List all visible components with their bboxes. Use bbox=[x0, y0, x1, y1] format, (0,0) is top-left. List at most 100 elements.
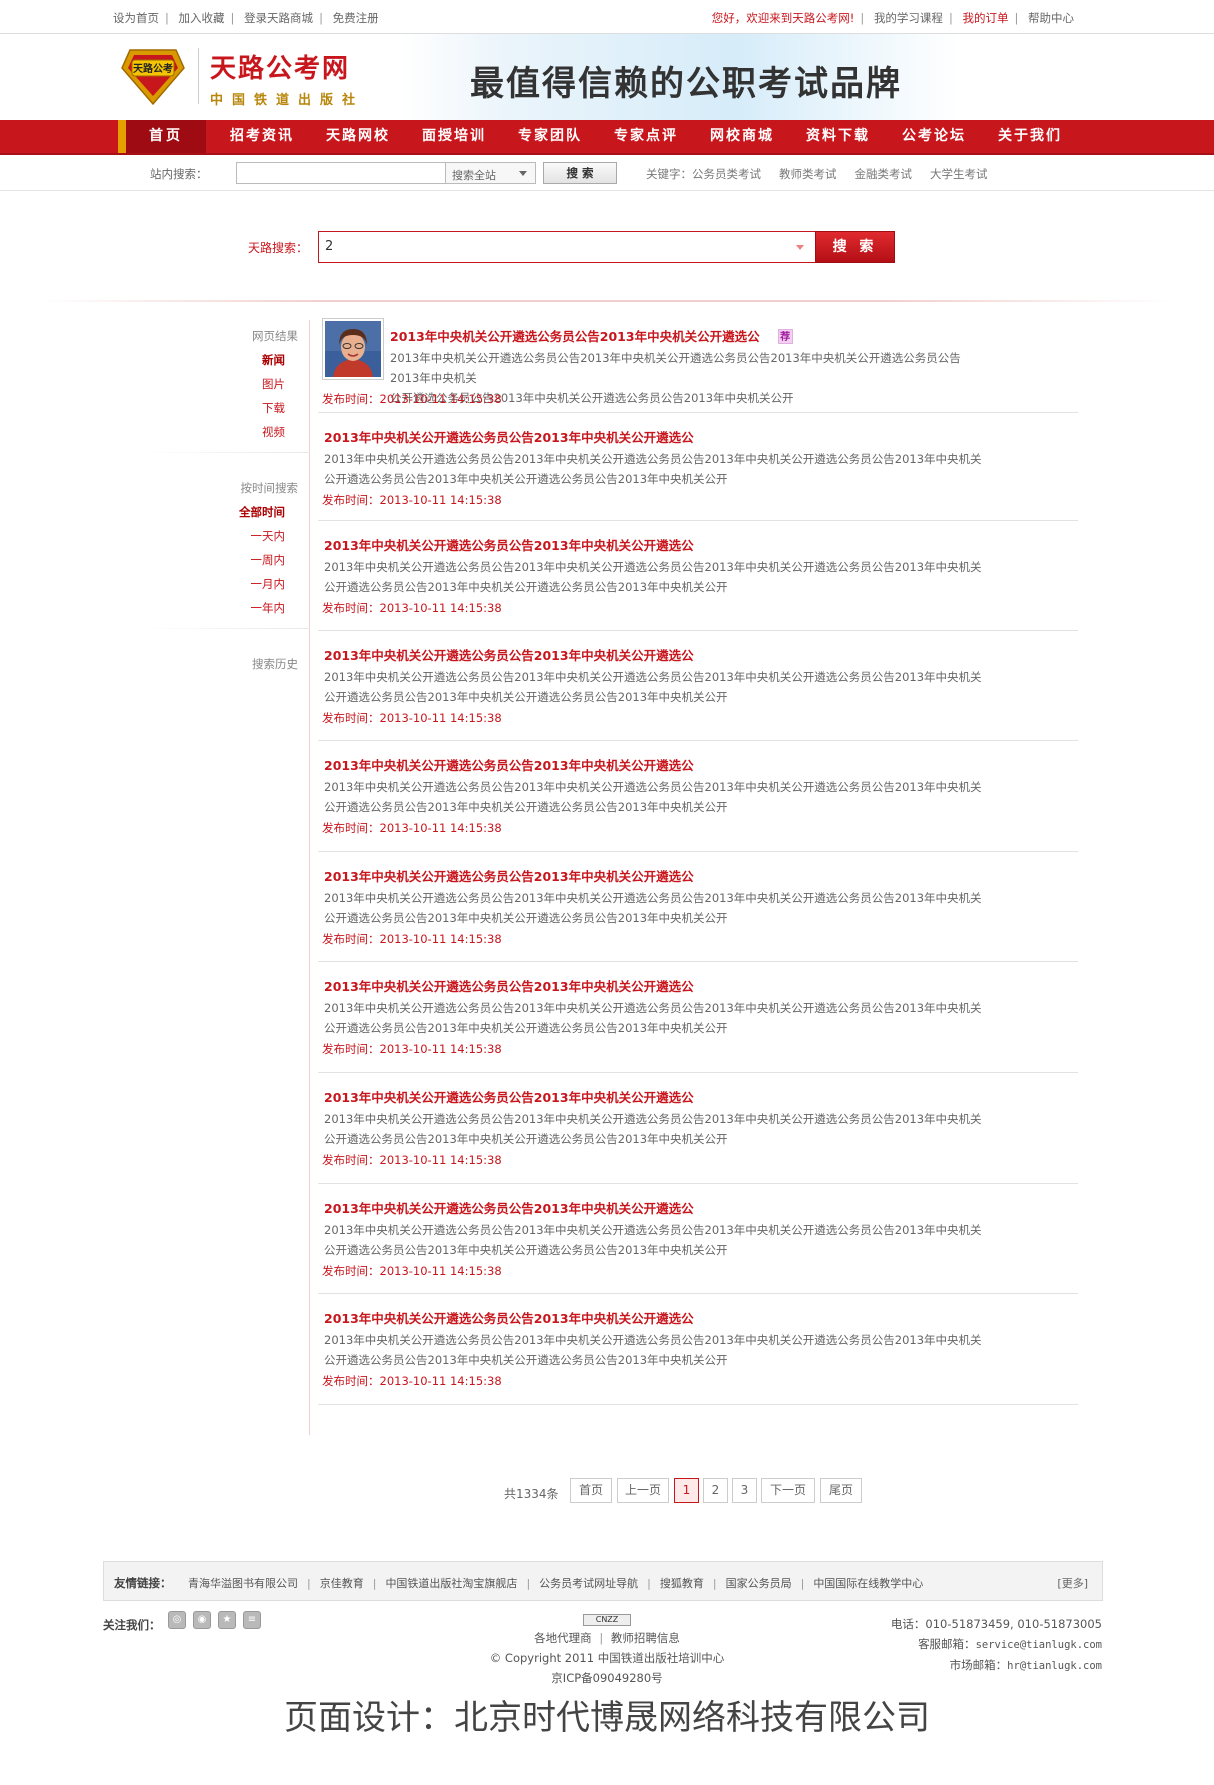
result-title[interactable]: 2013年中央机关公开遴选公务员公告2013年中央机关公开遴选公 荐 bbox=[390, 326, 793, 345]
next-page-button[interactable]: 下一页 bbox=[761, 1478, 815, 1503]
keyword-link[interactable]: 大学生考试 bbox=[930, 167, 988, 181]
nav-item-online-school[interactable]: 天路网校 bbox=[326, 120, 390, 153]
service-email-label: 客服邮箱： bbox=[918, 1637, 976, 1651]
result-title[interactable]: 2013年中央机关公开遴选公务员公告2013年中央机关公开遴选公 bbox=[324, 1198, 694, 1217]
first-page-button[interactable]: 首页 bbox=[570, 1478, 612, 1503]
teacher-jobs-link[interactable]: 教师招聘信息 bbox=[611, 1631, 680, 1645]
friend-links: 友情链接： 青海华溢图书有限公司 | 京佳教育 | 中国铁道出版社淘宝旗舰店 | 公务员考试… bbox=[103, 1561, 1103, 1601]
login-mall-link[interactable]: 登录天路商城 bbox=[244, 11, 313, 25]
nav-item-training[interactable]: 面授培训 bbox=[422, 120, 486, 153]
sidebar-item-one-day[interactable]: 一天内 bbox=[251, 528, 286, 544]
prev-page-button[interactable]: 上一页 bbox=[617, 1478, 669, 1503]
footer-contact: 电话：010-51873459, 010-51873005 客服邮箱：servi… bbox=[891, 1614, 1102, 1676]
sidebar-item-downloads[interactable]: 下载 bbox=[262, 400, 285, 416]
keywords-label: 关键字： bbox=[646, 167, 692, 181]
result-date: 发布时间：2013-10-11 14:15:38 bbox=[322, 600, 502, 616]
sidebar-item-one-month[interactable]: 一月内 bbox=[251, 576, 286, 592]
site-search-input[interactable] bbox=[236, 162, 446, 184]
nav-item-experts[interactable]: 专家团队 bbox=[518, 120, 582, 153]
site-search-scope-value: 搜索全站 bbox=[452, 169, 496, 182]
friend-link[interactable]: 中国国际在线教学中心 bbox=[813, 1577, 923, 1590]
friend-link[interactable]: 公务员考试网址导航 bbox=[539, 1577, 638, 1590]
logo-text[interactable]: 天路公考网 中国铁道出版社 bbox=[210, 48, 364, 108]
page-2-button[interactable]: 2 bbox=[703, 1478, 728, 1503]
result-item: 2013年中央机关公开遴选公务员公告2013年中央机关公开遴选公 2013年中央… bbox=[318, 631, 1078, 741]
friend-link[interactable]: 京佳教育 bbox=[320, 1577, 364, 1590]
logo-badge[interactable]: 天路公考 bbox=[120, 46, 186, 106]
friend-link[interactable]: 青海华溢图书有限公司 bbox=[188, 1577, 298, 1590]
agents-link[interactable]: 各地代理商 bbox=[534, 1631, 592, 1645]
result-desc: 2013年中央机关公开遴选公务员公告2013年中央机关公开遴选公务员公告2013… bbox=[324, 1109, 984, 1149]
main-search-button[interactable]: 搜 索 bbox=[815, 231, 895, 263]
market-email[interactable]: hr@tianlugk.com bbox=[1007, 1660, 1102, 1672]
add-favorite-link[interactable]: 加入收藏 bbox=[179, 11, 225, 25]
main-search-input[interactable]: 2 bbox=[318, 231, 815, 263]
nav-item-about[interactable]: 关于我们 bbox=[998, 120, 1062, 153]
result-date: 发布时间：2013-10-11 14:15:38 bbox=[322, 1041, 502, 1057]
result-date: 发布时间：2013-10-11 14:15:38 bbox=[322, 710, 502, 726]
friend-link[interactable]: 搜狐教育 bbox=[660, 1577, 704, 1590]
cnzz-counter-badge[interactable]: CNZZ bbox=[583, 1614, 631, 1626]
sidebar-item-videos[interactable]: 视频 bbox=[262, 424, 285, 440]
friend-link[interactable]: 中国铁道出版社淘宝旗舰店 bbox=[385, 1577, 517, 1590]
result-title[interactable]: 2013年中央机关公开遴选公务员公告2013年中央机关公开遴选公 bbox=[324, 1308, 694, 1327]
sidebar-item-all-time[interactable]: 全部时间 bbox=[239, 504, 285, 520]
result-title[interactable]: 2013年中央机关公开遴选公务员公告2013年中央机关公开遴选公 bbox=[324, 427, 694, 446]
nav-item-mall[interactable]: 网校商城 bbox=[710, 120, 774, 153]
my-courses-link[interactable]: 我的学习课程 bbox=[874, 11, 943, 25]
top-bar: 设为首页 | 加入收藏 | 登录天路商城 | 免费注册 您好，欢迎来到天路公考网! | … bbox=[0, 0, 1214, 34]
result-date-label: 发布时间： bbox=[322, 932, 380, 946]
service-email[interactable]: service@tianlugk.com bbox=[976, 1639, 1102, 1651]
result-title[interactable]: 2013年中央机关公开遴选公务员公告2013年中央机关公开遴选公 bbox=[324, 755, 694, 774]
result-title[interactable]: 2013年中央机关公开遴选公务员公告2013年中央机关公开遴选公 bbox=[324, 535, 694, 554]
result-date-value: 2013-10-11 14:15:38 bbox=[379, 601, 502, 615]
result-date: 发布时间：2013-10-11 14:15:38 bbox=[322, 492, 502, 508]
nav-item-news[interactable]: 招考资讯 bbox=[230, 120, 294, 153]
result-photo[interactable] bbox=[322, 318, 384, 380]
result-date: 发布时间：2013-10-11 14:15:38 bbox=[322, 1152, 502, 1168]
result-title[interactable]: 2013年中央机关公开遴选公务员公告2013年中央机关公开遴选公 bbox=[324, 1087, 694, 1106]
help-center-link[interactable]: 帮助中心 bbox=[1028, 11, 1074, 25]
result-date-value: 2013-10-11 14:15:38 bbox=[379, 1374, 502, 1388]
page-3-button[interactable]: 3 bbox=[732, 1478, 757, 1503]
site-search-bar: 站内搜索： 搜索全站 搜 索 关键字：公务员类考试 教师类考试 金融类考试 大学生考试 bbox=[0, 155, 1214, 191]
nav-item-reviews[interactable]: 专家点评 bbox=[614, 120, 678, 153]
sidebar-item-one-year[interactable]: 一年内 bbox=[251, 600, 286, 616]
site-search-button[interactable]: 搜 索 bbox=[543, 162, 617, 184]
result-title[interactable]: 2013年中央机关公开遴选公务员公告2013年中央机关公开遴选公 bbox=[324, 866, 694, 885]
result-title[interactable]: 2013年中央机关公开遴选公务员公告2013年中央机关公开遴选公 bbox=[324, 645, 694, 664]
register-link[interactable]: 免费注册 bbox=[333, 11, 379, 25]
sidebar-item-news[interactable]: 新闻 bbox=[262, 352, 285, 368]
friend-link[interactable]: 国家公务员局 bbox=[726, 1577, 792, 1590]
welcome-text: 您好，欢迎来到天路公考网! bbox=[711, 11, 855, 25]
result-date: 发布时间：2013-10-11 14:15:38 bbox=[322, 820, 502, 836]
keyword-link[interactable]: 金融类考试 bbox=[855, 167, 913, 181]
site-search-scope-select[interactable]: 搜索全站 bbox=[446, 162, 536, 184]
result-desc-line: 2013年中央机关公开遴选公务员公告2013年中央机关公开遴选公务员公告2013… bbox=[324, 670, 982, 684]
logo-title: 天路公考网 bbox=[210, 54, 351, 84]
result-desc-line: 公开遴选公务员公告2013年中央机关公开遴选公务员公告2013年中央机关公开 bbox=[324, 1353, 728, 1367]
my-orders-link[interactable]: 我的订单 bbox=[962, 11, 1008, 25]
divider bbox=[140, 452, 310, 453]
sidebar-item-images[interactable]: 图片 bbox=[262, 376, 285, 392]
nav-item-forum[interactable]: 公考论坛 bbox=[902, 120, 966, 153]
page-1-button[interactable]: 1 bbox=[674, 1478, 699, 1503]
main-search-label: 天路搜索： bbox=[248, 241, 309, 255]
last-page-button[interactable]: 尾页 bbox=[820, 1478, 862, 1503]
nav-item-home[interactable]: 首页 bbox=[126, 120, 206, 153]
divider bbox=[140, 628, 310, 629]
nav-item-downloads[interactable]: 资料下载 bbox=[806, 120, 870, 153]
keyword-link[interactable]: 教师类考试 bbox=[779, 167, 837, 181]
result-title-text[interactable]: 2013年中央机关公开遴选公务员公告2013年中央机关公开遴选公 bbox=[390, 329, 760, 344]
chevron-down-icon[interactable] bbox=[796, 245, 804, 250]
top-links-left: 设为首页 | 加入收藏 | 登录天路商城 | 免费注册 bbox=[113, 11, 379, 25]
result-item: 2013年中央机关公开遴选公务员公告2013年中央机关公开遴选公 2013年中央… bbox=[318, 852, 1078, 962]
result-title[interactable]: 2013年中央机关公开遴选公务员公告2013年中央机关公开遴选公 bbox=[324, 976, 694, 995]
set-homepage-link[interactable]: 设为首页 bbox=[113, 11, 159, 25]
result-item: 2013年中央机关公开遴选公务员公告2013年中央机关公开遴选公 2013年中央… bbox=[318, 413, 1078, 521]
sidebar-heading-history[interactable]: 搜索历史 bbox=[252, 656, 298, 672]
sidebar-item-one-week[interactable]: 一周内 bbox=[251, 552, 286, 568]
result-date-value: 2013-10-11 14:15:38 bbox=[379, 1153, 502, 1167]
keyword-link[interactable]: 公务员类考试 bbox=[692, 167, 761, 181]
more-links-button[interactable]: [更多] bbox=[1057, 1575, 1088, 1591]
